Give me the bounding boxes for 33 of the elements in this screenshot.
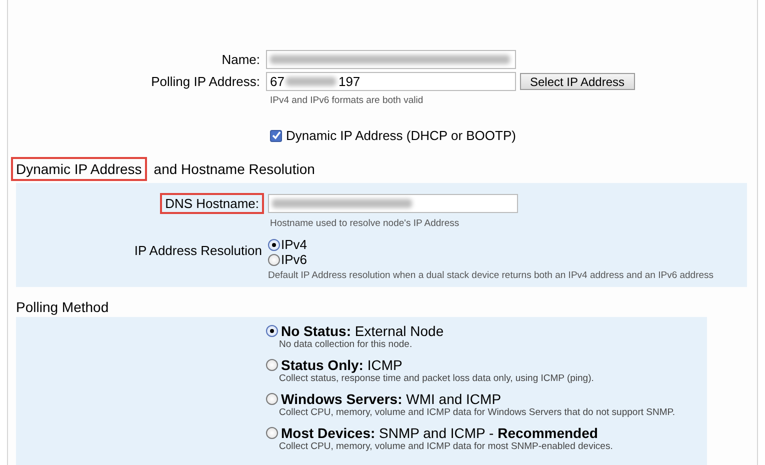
section-heading: and Hostname Resolution [152, 160, 316, 179]
checkbox-label: Dynamic IP Address (DHCP or BOOTP) [286, 128, 516, 143]
field-label: IP Address Resolution [133, 242, 263, 260]
ip-address-field[interactable]: 67 197 [266, 72, 516, 91]
radio-label: IPv6 [281, 252, 308, 267]
hint-text: IPv4 and IPv6 formats are both valid [270, 95, 424, 106]
hostname-field[interactable] [268, 194, 518, 213]
name-field[interactable] [266, 50, 516, 69]
field-label: Polling IP Address: [150, 74, 261, 89]
option-description: Collect status, response time and packet loss data only, using ICMP (ping). [279, 373, 595, 384]
option-description: Collect CPU, memory, volume and ICMP data for Windows Servers that do not support SNMP. [279, 407, 676, 418]
hint-text: Default IP Address resolution when a dual stack device returns both an IPv4 address and an IPv6 address [268, 270, 714, 281]
option-description: Collect CPU, memory, volume and ICMP data for most SNMP-enabled devices. [279, 441, 614, 452]
radio-button[interactable] [268, 238, 280, 250]
radio-button[interactable] [266, 393, 278, 405]
option-title: Windows Servers: WMI and ICMP [281, 391, 502, 407]
radio-button[interactable] [266, 325, 278, 337]
section-heading: Polling Method [16, 299, 110, 315]
radio-button[interactable] [266, 359, 278, 371]
checkbox[interactable] [270, 130, 282, 142]
select-ip-address-button[interactable]: Select IP Address [520, 73, 634, 90]
field-label: DNS Hostname: [160, 193, 264, 214]
radio-button[interactable] [266, 427, 278, 439]
redaction-blur [286, 77, 336, 86]
field-label: Name: [220, 52, 261, 67]
option-title: Status Only: ICMP [281, 357, 402, 373]
radio-button[interactable] [268, 254, 280, 266]
section-heading: Dynamic IP Address [11, 157, 147, 181]
hint-text: Hostname used to resolve node's IP Address [270, 218, 460, 229]
radio-label: IPv4 [281, 237, 308, 252]
option-title: Most Devices: SNMP and ICMP - Recommended [281, 425, 598, 441]
option-title: No Status: External Node [281, 323, 444, 339]
option-description: No data collection for this node. [279, 339, 414, 350]
